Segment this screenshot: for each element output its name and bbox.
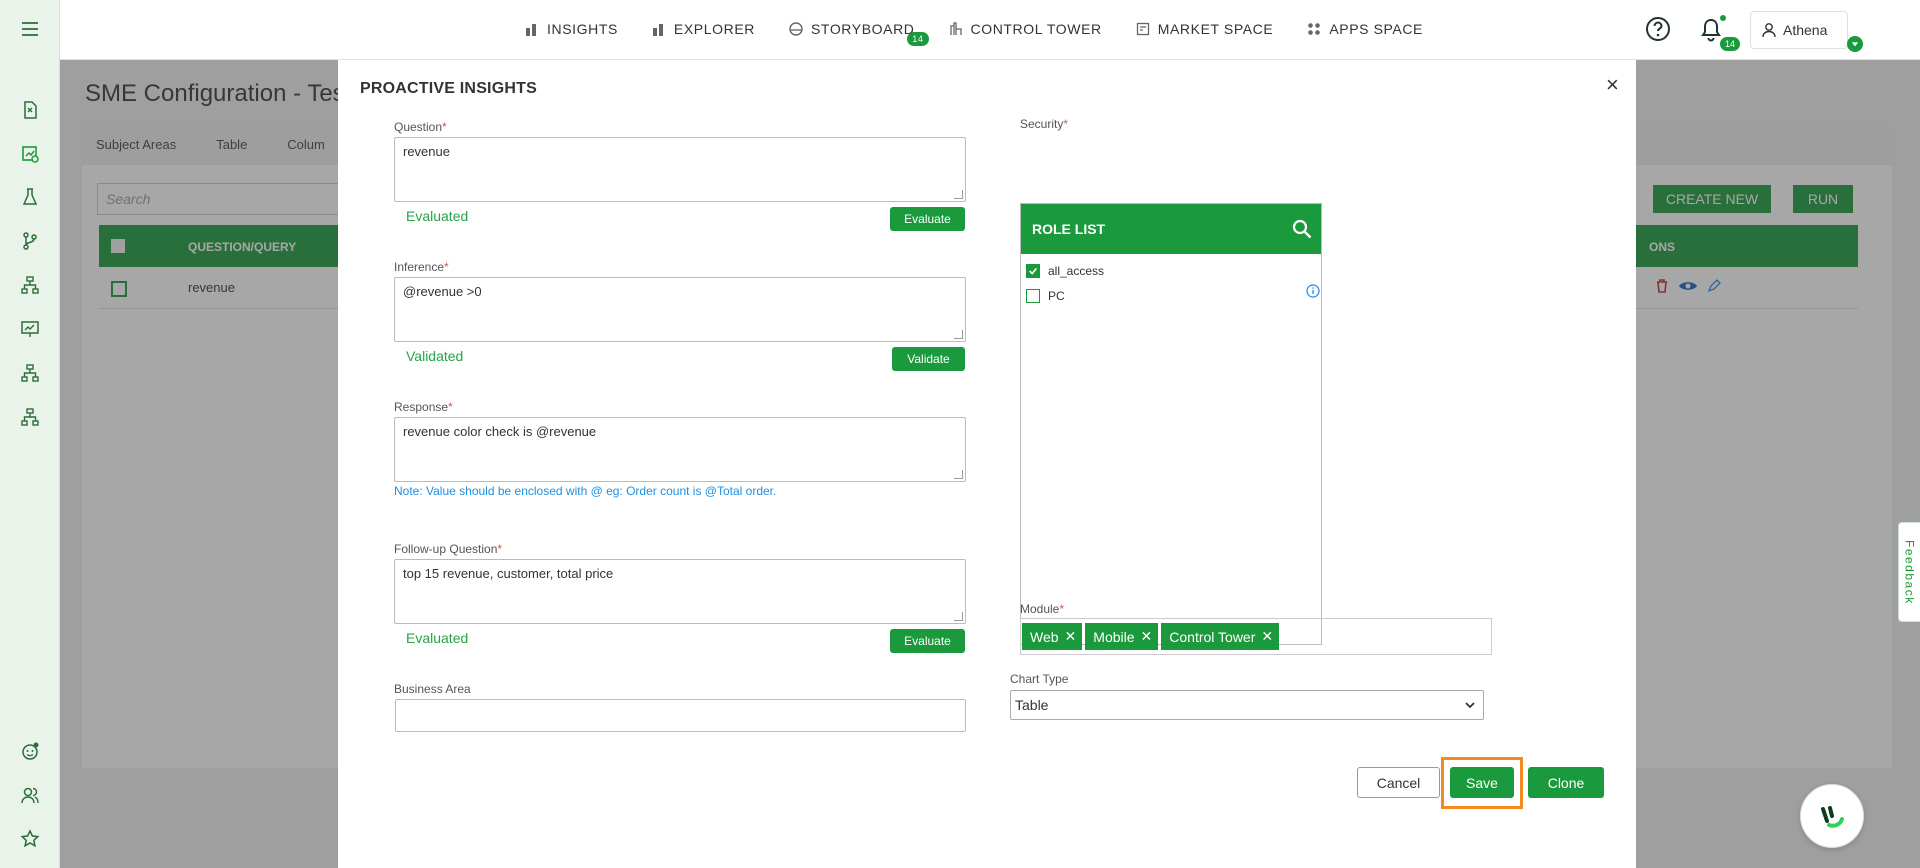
role-list-header: ROLE LIST [1021,204,1321,254]
module-multiselect[interactable]: Web ✕ Mobile ✕ Control Tower ✕ [1020,618,1492,655]
feedback-face-icon[interactable] [16,737,44,765]
module-label: Module* [1020,602,1065,616]
role-list-title: ROLE LIST [1032,221,1106,237]
lab-flask-icon[interactable] [16,183,44,211]
nav-insights-label: INSIGHTS [547,21,618,37]
nav-explorer-label: EXPLORER [673,21,755,37]
chat-assistant-icon [1821,806,1844,828]
proactive-insights-modal: PROACTIVE INSIGHTS × Question* revenue E… [338,60,1636,868]
nav-market-space-label: MARKET SPACE [1157,21,1274,37]
chevron-down-icon [1465,702,1475,709]
inference-status: Validated [406,348,464,364]
apps-grid-icon [1308,23,1321,35]
role-list: ROLE LIST all_access PC [1020,203,1322,645]
chart-type-label: Chart Type [1010,672,1069,686]
user-name: Athena [1783,22,1828,38]
git-branch-icon[interactable] [16,227,44,255]
star-icon[interactable] [16,825,44,853]
info-icon[interactable] [1306,284,1320,298]
question-textarea[interactable]: revenue [394,137,966,202]
storyboard-badge: 14 [907,32,929,46]
business-area-input[interactable] [395,699,966,732]
market-icon [1136,22,1149,36]
user-menu[interactable]: Athena [1750,11,1848,49]
followup-textarea[interactable]: top 15 revenue, customer, total price [394,559,966,624]
notification-dot [1720,15,1726,21]
sitemap-icon[interactable] [16,359,44,387]
response-label: Response* [394,400,453,414]
question-label: Question* [394,120,447,134]
cancel-button[interactable]: Cancel [1357,767,1440,798]
feedback-tab[interactable]: Feedback [1898,522,1920,622]
inference-validate-button[interactable]: Validate [892,347,965,371]
nav-storyboard-label: STORYBOARD [810,21,915,37]
user-dropdown-caret-icon[interactable] [1847,36,1863,52]
left-sidebar [0,0,87,868]
nav-control-tower[interactable]: CONTROL TOWER [949,21,1102,37]
clone-button[interactable]: Clone [1528,767,1604,798]
inference-label: Inference* [394,260,449,274]
nav-apps-space[interactable]: APPS SPACE [1307,21,1423,37]
remove-tag-icon[interactable]: ✕ [1261,628,1273,645]
user-icon [1762,23,1776,38]
role-item-all-access[interactable]: all_access [1026,264,1104,278]
report-icon[interactable] [16,96,44,124]
role-name: all_access [1048,264,1105,278]
question-status: Evaluated [406,208,469,224]
nav-market-space[interactable]: MARKET SPACE [1136,21,1274,37]
nav-apps-space-label: APPS SPACE [1329,21,1423,37]
notification-bell-icon[interactable] [1698,17,1724,43]
sitemap-alt-icon[interactable] [16,403,44,431]
bar-chart-icon [652,24,663,36]
modal-title: PROACTIVE INSIGHTS [360,80,537,97]
question-evaluate-button[interactable]: Evaluate [890,207,965,231]
inference-textarea[interactable]: @revenue >0 [394,277,966,342]
remove-tag-icon[interactable]: ✕ [1141,628,1153,645]
response-textarea[interactable]: revenue color check is @revenue [394,417,966,482]
nav-explorer[interactable]: EXPLORER [652,21,755,37]
main-nav: INSIGHTS EXPLORER STORYBOARD 14 CONTROL … [525,0,1423,58]
module-tag-web: Web ✕ [1022,623,1083,650]
top-navigation-bar: INSIGHTS EXPLORER STORYBOARD 14 CONTROL … [60,0,1920,60]
save-button[interactable]: Save [1450,767,1514,798]
followup-status: Evaluated [406,630,469,646]
insights-icon[interactable] [16,140,44,168]
followup-evaluate-button[interactable]: Evaluate [890,629,965,653]
presentation-icon[interactable] [16,315,44,343]
role-name: PC [1048,289,1065,303]
search-icon[interactable] [1291,218,1313,240]
user-group-icon[interactable] [16,781,44,809]
close-icon[interactable]: × [1606,72,1619,98]
role-item-pc[interactable]: PC [1026,289,1065,303]
tower-icon [949,22,962,35]
business-area-label: Business Area [394,682,471,696]
chart-type-value: Table [1015,697,1049,713]
nav-control-tower-label: CONTROL TOWER [970,21,1102,37]
remove-tag-icon[interactable]: ✕ [1065,628,1077,645]
hierarchy-icon[interactable] [16,271,44,299]
storyboard-icon [789,22,803,36]
chat-assistant-button[interactable] [1800,784,1864,848]
security-label: Security* [1020,117,1069,131]
followup-label: Follow-up Question* [394,542,503,556]
menu-icon[interactable] [16,15,44,43]
role-checkbox-checked[interactable] [1026,264,1040,278]
help-icon[interactable] [1645,16,1671,42]
bar-chart-icon [526,24,536,36]
role-checkbox[interactable] [1026,289,1040,303]
response-note: Note: Value should be enclosed with @ eg… [394,484,777,498]
nav-insights[interactable]: INSIGHTS [525,21,618,37]
module-tag-mobile: Mobile ✕ [1085,623,1159,650]
nav-storyboard[interactable]: STORYBOARD 14 [789,21,929,46]
module-tag-control-tower: Control Tower ✕ [1161,623,1280,650]
notification-badge: 14 [1720,37,1741,51]
chart-type-select[interactable]: Table [1010,690,1484,720]
